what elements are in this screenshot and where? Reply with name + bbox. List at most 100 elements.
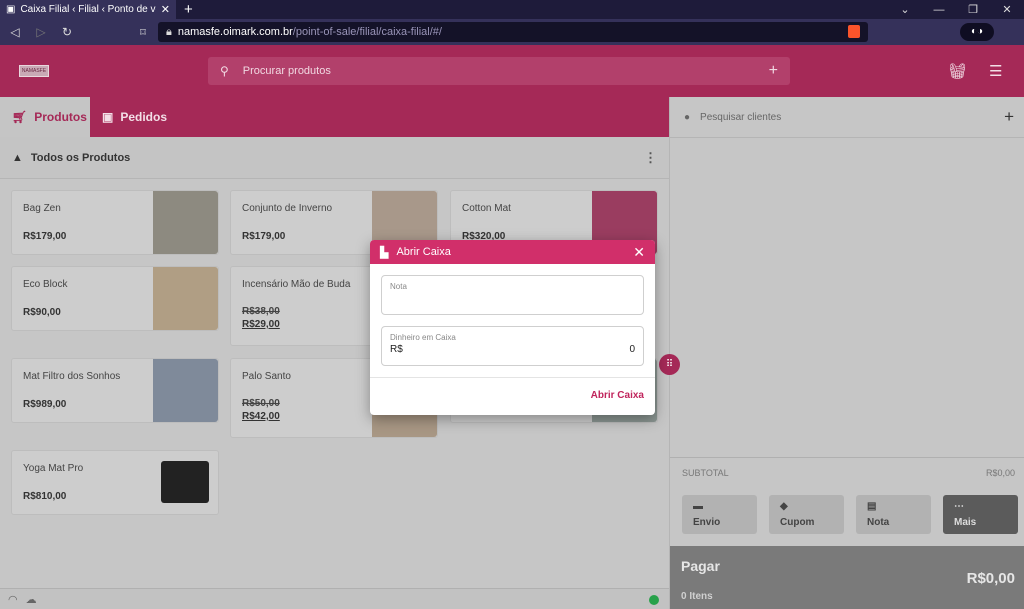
- pos-tabs: 🛒︎ Produtos ▣ Pedidos: [0, 97, 669, 137]
- lock-icon: 🔒︎: [166, 25, 172, 38]
- bag-icon: ▣: [102, 110, 114, 124]
- cart-total: R$0,00: [966, 570, 1015, 587]
- subtotal-value: R$0,00: [985, 467, 1015, 478]
- user-icon: ●: [684, 111, 691, 123]
- product-old-price: R$38,00: [242, 306, 280, 317]
- product-name: Mat Filtro dos Sonhos: [23, 371, 121, 382]
- tab-products[interactable]: 🛒︎ Produtos: [0, 97, 90, 137]
- product-image: [153, 359, 218, 422]
- note-button[interactable]: ▤ Nota: [856, 495, 931, 534]
- bookmark-icon[interactable]: ⌑: [136, 26, 150, 39]
- product-card[interactable]: Eco Block R$90,00: [11, 266, 219, 331]
- product-card[interactable]: Yoga Mat Pro R$810,00: [11, 450, 219, 515]
- extension-glasses-icon[interactable]: ◐◑: [960, 23, 994, 41]
- coupon-button[interactable]: ◆ Cupom: [769, 495, 844, 534]
- minimize-button[interactable]: —: [922, 4, 956, 16]
- open-register-dialog: ▙ Abrir Caixa ✕ Nota Dinheiro em Caixa R…: [370, 240, 655, 415]
- more-options-icon[interactable]: ⋮: [644, 150, 657, 166]
- dialog-header: ▙ Abrir Caixa ✕: [370, 240, 655, 264]
- status-bar: ◠ ☁: [0, 588, 669, 609]
- pay-label: Pagar: [681, 558, 720, 574]
- product-price: R$989,00: [23, 399, 67, 410]
- product-name: Yoga Mat Pro: [23, 463, 84, 474]
- basket-icon[interactable]: 🧺︎: [948, 62, 967, 80]
- product-search[interactable]: ⚲ Procurar produtos +: [208, 57, 790, 85]
- product-name: Eco Block: [23, 279, 68, 290]
- product-card[interactable]: Mat Filtro dos Sonhos R$989,00: [11, 358, 219, 423]
- cash-field[interactable]: Dinheiro em Caixa R$ 0: [381, 326, 644, 366]
- url-path: /point-of-sale/filial/caixa-filial/#/: [292, 26, 442, 38]
- search-icon: ⚲: [220, 64, 229, 78]
- client-search-input[interactable]: Pesquisar clientes: [700, 112, 781, 123]
- note-icon: ▤: [867, 501, 877, 512]
- product-image: [153, 451, 218, 514]
- shipping-label: Envio: [693, 517, 721, 528]
- cart-icon: 🛒︎: [12, 110, 28, 124]
- page-icon: ▣: [6, 4, 16, 15]
- product-name: Bag Zen: [23, 203, 61, 214]
- add-client-icon[interactable]: +: [1004, 107, 1014, 127]
- note-label: Nota: [867, 517, 890, 528]
- close-icon[interactable]: ✕: [633, 244, 645, 261]
- tab-products-label: Produtos: [34, 110, 87, 124]
- product-price: R$810,00: [23, 491, 67, 502]
- dialog-title: Abrir Caixa: [396, 246, 451, 258]
- brave-shield-icon[interactable]: [848, 25, 860, 38]
- browser-tab[interactable]: ▣ Caixa Filial ‹ Filial ‹ Ponto de venda…: [0, 0, 176, 19]
- app-header: NAMASFE ⚲ Procurar produtos + 🧺︎ ☰: [0, 45, 1024, 97]
- dots-icon: ⋯: [954, 501, 964, 512]
- forward-button[interactable]: ▷: [34, 25, 48, 39]
- back-button[interactable]: ◁: [8, 25, 22, 39]
- cart-actions: ▬ Envio ◆ Cupom ▤ Nota ⋯ Mais: [682, 495, 1018, 534]
- url-host: namasfe.oimark.com.br: [177, 26, 293, 38]
- more-label: Mais: [954, 517, 977, 528]
- note-field-label: Nota: [390, 282, 407, 291]
- reload-button[interactable]: ↻: [60, 25, 74, 39]
- menu-icon[interactable]: ☰: [989, 62, 1002, 80]
- truck-icon: ▬: [693, 501, 703, 512]
- currency-symbol: R$: [390, 344, 403, 355]
- open-register-button[interactable]: Abrir Caixa: [591, 390, 644, 401]
- browser-tab-bar: ▣ Caixa Filial ‹ Filial ‹ Ponto de venda…: [0, 0, 1024, 19]
- product-sale-price: R$42,00: [242, 411, 280, 422]
- wifi-icon: ◠: [8, 593, 18, 606]
- yoga-mat-shape: [161, 461, 209, 503]
- search-input[interactable]: Procurar produtos: [243, 65, 755, 77]
- close-window-button[interactable]: ✕: [990, 3, 1024, 16]
- drag-handle-icon[interactable]: ⠿: [659, 354, 680, 375]
- note-field[interactable]: Nota: [381, 275, 644, 315]
- chevron-down-icon[interactable]: ⌄: [888, 3, 922, 16]
- tag-icon: ◆: [780, 501, 788, 512]
- product-card[interactable]: Bag Zen R$179,00: [11, 190, 219, 255]
- product-sale-price: R$29,00: [242, 319, 280, 330]
- close-tab-icon[interactable]: ✕: [161, 3, 170, 16]
- tab-orders-label: Pedidos: [120, 110, 168, 124]
- product-old-price: R$50,00: [242, 398, 280, 409]
- cash-value[interactable]: 0: [629, 344, 635, 355]
- restore-button[interactable]: ❐: [956, 3, 990, 16]
- product-price: R$179,00: [242, 231, 286, 242]
- coupon-label: Cupom: [780, 517, 815, 528]
- subtotal-label: SUBTOTAL: [682, 467, 729, 478]
- category-label: Todos os Produtos: [30, 151, 131, 164]
- window-controls: ⌄ — ❐ ✕: [888, 0, 1024, 19]
- logo: NAMASFE: [19, 65, 49, 77]
- shipping-button[interactable]: ▬ Envio: [682, 495, 757, 534]
- product-name: Palo Santo: [242, 371, 291, 382]
- new-tab-button[interactable]: +: [184, 1, 193, 18]
- product-image: [153, 191, 218, 254]
- dialog-footer: Abrir Caixa: [370, 377, 655, 415]
- subtotal-row: SUBTOTAL R$0,00: [670, 457, 1024, 487]
- more-button[interactable]: ⋯ Mais: [943, 495, 1018, 534]
- client-search[interactable]: ● Pesquisar clientes +: [670, 97, 1024, 138]
- cash-register-icon: ▙: [380, 246, 389, 259]
- items-count: 0 Itens: [681, 591, 713, 602]
- add-product-icon[interactable]: +: [769, 62, 778, 80]
- category-bar[interactable]: ▲ Todos os Produtos ⋮: [0, 137, 669, 179]
- tab-title: Caixa Filial ‹ Filial ‹ Ponto de venda: [20, 4, 156, 15]
- tab-orders[interactable]: ▣ Pedidos: [90, 97, 179, 137]
- pay-button[interactable]: Pagar 0 Itens R$0,00: [670, 546, 1024, 609]
- url-field[interactable]: 🔒︎ namasfe.oimark.com.br/point-of-sale/f…: [158, 22, 868, 42]
- cart-panel: ● Pesquisar clientes + SUBTOTAL R$0,00 ▬…: [669, 97, 1024, 609]
- product-name: Conjunto de Inverno: [242, 203, 333, 214]
